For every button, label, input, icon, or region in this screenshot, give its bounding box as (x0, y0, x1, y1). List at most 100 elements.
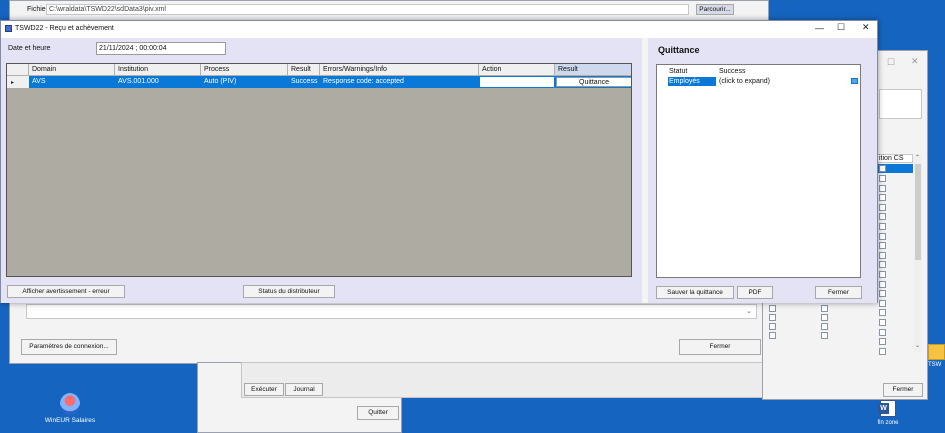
connection-params-button[interactable]: Paramètres de connexion... (21, 339, 117, 355)
right-column-header: ition CS (876, 154, 913, 163)
table-row[interactable]: ▸ AVS AVS.001.000 Auto (PIV) Success Res… (7, 76, 631, 88)
checkbox[interactable] (879, 347, 886, 355)
checkbox[interactable] (769, 323, 776, 330)
checkbox[interactable] (879, 290, 886, 298)
col-domain[interactable]: Domain (29, 64, 115, 76)
checkbox[interactable] (821, 305, 828, 312)
checkbox[interactable] (879, 299, 886, 307)
chevron-down-icon: ⌄ (746, 308, 752, 315)
checkbox[interactable] (769, 305, 776, 312)
quittance-panel: Quittance Statut Success Employés (click… (648, 38, 877, 303)
folder-icon (928, 344, 945, 360)
checkbox[interactable] (879, 309, 886, 317)
cell-process: Auto (PIV) (204, 78, 237, 85)
checkbox[interactable] (879, 184, 886, 192)
col-process[interactable]: Process (201, 64, 288, 76)
right-textbox[interactable] (879, 89, 922, 119)
folder-desktop-icon[interactable]: TSW (928, 344, 945, 378)
col-result[interactable]: Result (288, 64, 320, 76)
checkbox[interactable] (879, 175, 886, 182)
col-action[interactable]: Action (479, 64, 555, 76)
checkbox[interactable] (879, 251, 886, 259)
maximize-icon[interactable]: ☐ (887, 57, 895, 68)
col-result-btn[interactable]: Result (555, 64, 631, 76)
quittance-tree: Statut Success Employés (click to expand… (656, 64, 861, 278)
wineur-icon (60, 393, 80, 415)
scroll-thumb[interactable] (915, 164, 921, 260)
checkbox[interactable] (879, 271, 886, 278)
mid-checkbox-column (769, 300, 829, 339)
grid-header: Domain Institution Process Result Errors… (7, 64, 631, 76)
right-scrollbar[interactable]: ⌃ ⌄ (914, 154, 922, 352)
file-path-field[interactable]: C:\wraldata\TSWD22\sdData3\piv.xml (46, 4, 689, 15)
checkbox[interactable] (879, 232, 886, 240)
cell-action-input[interactable] (480, 77, 554, 87)
combo-field[interactable]: ⌄ (26, 304, 757, 319)
app-icon (5, 25, 12, 32)
expand-link[interactable]: (click to expand) (719, 78, 770, 85)
minimize-icon[interactable]: — (815, 23, 824, 33)
status-label: Statut (669, 68, 688, 75)
checkbox[interactable] (879, 213, 886, 221)
checkbox[interactable] (879, 338, 886, 346)
close-icon[interactable]: ✕ (862, 22, 870, 33)
execute-button[interactable]: Exécuter (244, 383, 284, 396)
execute-panel: Exécuter Journal (241, 362, 769, 398)
checkbox[interactable] (879, 165, 886, 172)
cell-errors: Response code: accepted (323, 78, 404, 85)
right-selected-row[interactable] (878, 164, 913, 173)
checkbox[interactable] (879, 194, 886, 202)
file-label: Fichier (27, 6, 49, 13)
results-panel: Date et heure 21/11/2024 ; 00:00:04 Doma… (1, 38, 642, 303)
right-close-button[interactable]: Fermer (883, 383, 923, 397)
checkbox[interactable] (821, 314, 828, 321)
cell-institution: AVS.001.000 (118, 78, 159, 85)
title-bar: TSWD22 - Reçu et achèvement — ☐ ✕ (1, 21, 877, 38)
dialog-title: TSWD22 - Reçu et achèvement (15, 25, 114, 32)
pdf-button[interactable]: PDF (737, 286, 773, 299)
col-errors[interactable]: Errors/Warnings/Info (320, 64, 479, 76)
journal-button[interactable]: Journal (285, 383, 323, 396)
date-field[interactable]: 21/11/2024 ; 00:00:04 (96, 42, 226, 55)
maximize-icon[interactable]: ☐ (837, 22, 845, 33)
quittance-close-button[interactable]: Fermer (815, 286, 862, 299)
status-value: Success (719, 68, 746, 75)
wineur-desktop-icon[interactable]: WinEUR Salaires (42, 393, 98, 433)
quittance-button[interactable]: Quittance (556, 77, 631, 87)
quit-button[interactable]: Quitter (357, 406, 399, 420)
quittance-title: Quittance (658, 45, 700, 55)
checkbox[interactable] (879, 319, 886, 326)
checkbox[interactable] (821, 332, 828, 339)
checkbox[interactable] (879, 328, 886, 336)
distributor-status-button[interactable]: Status du distributeur (243, 285, 335, 298)
checkbox[interactable] (879, 203, 886, 211)
checkbox[interactable] (879, 242, 886, 250)
col-institution[interactable]: Institution (115, 64, 201, 76)
save-receipt-button[interactable]: Sauver la quittance (656, 286, 734, 299)
results-grid: Domain Institution Process Result Errors… (6, 63, 632, 277)
folder-icon-label: TSW (928, 362, 942, 368)
checkbox[interactable] (879, 280, 886, 288)
wineur-icon-label: WinEUR Salaires (44, 417, 96, 424)
checkbox[interactable] (769, 332, 776, 339)
checkbox[interactable] (769, 314, 776, 321)
word-icon-label: fin zone (877, 420, 899, 426)
cell-domain: AVS (32, 78, 46, 85)
checkbox[interactable] (821, 323, 828, 330)
scroll-down-icon[interactable]: ⌄ (915, 342, 920, 349)
close-icon[interactable]: ✕ (911, 56, 919, 67)
word-desktop-icon[interactable]: W fin zone (868, 400, 908, 433)
cell-result: Success (291, 78, 318, 85)
bg-close-button[interactable]: Fermer (679, 339, 761, 355)
browse-button[interactable]: Parcourir... (696, 4, 734, 15)
receipt-dialog: TSWD22 - Reçu et achèvement — ☐ ✕ Date e… (0, 20, 878, 303)
date-label: Date et heure (8, 45, 51, 52)
expand-icon[interactable] (851, 78, 858, 84)
word-icon: W (878, 400, 896, 417)
row-indicator-icon: ▸ (7, 76, 29, 88)
checkbox[interactable] (879, 223, 886, 230)
scroll-up-icon[interactable]: ⌃ (915, 154, 920, 161)
checkbox[interactable] (879, 261, 886, 269)
employees-row[interactable]: Employés (668, 77, 716, 86)
show-warnings-button[interactable]: Afficher avertissement - erreur (7, 285, 125, 298)
